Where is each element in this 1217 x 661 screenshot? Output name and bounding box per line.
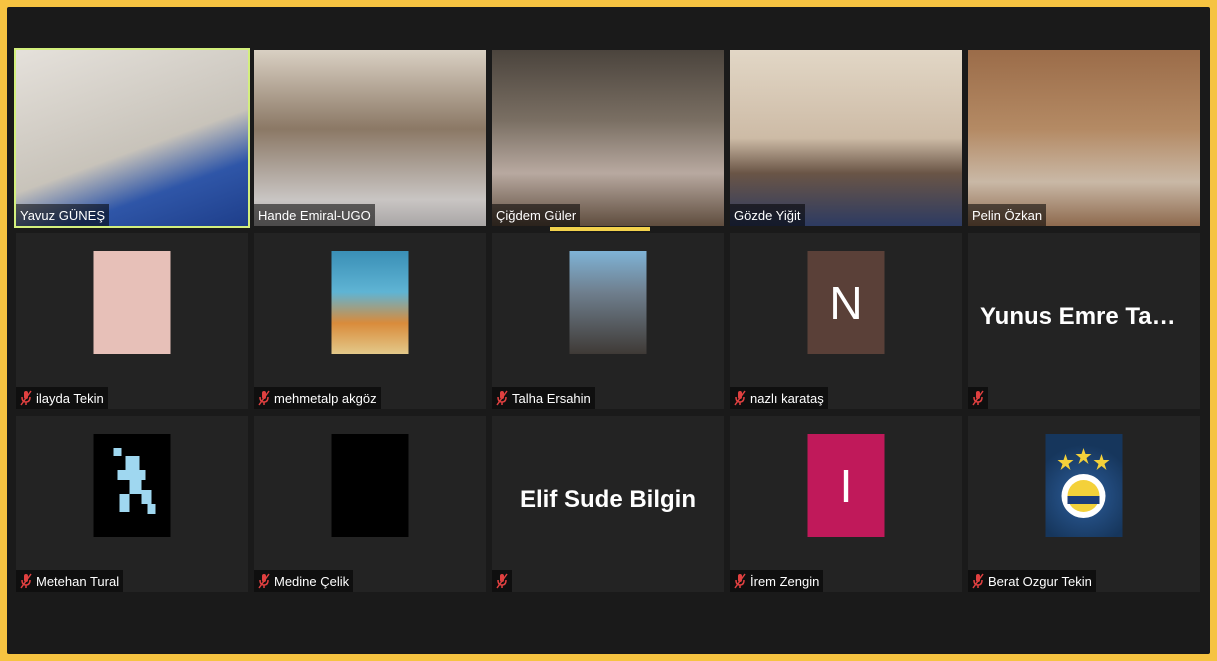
letter-avatar: N [807,251,885,354]
name-label: Berat Ozgur Tekin [968,570,1096,592]
muted-mic-icon [258,573,270,589]
participant-tile-talha[interactable]: Talha Ersahin [492,233,724,409]
photo-avatar [569,251,647,354]
name-label: Talha Ersahin [492,387,595,409]
video-tile-cigdem[interactable]: Çiğdem Güler [492,50,724,226]
anime-avatar [93,251,171,354]
participant-tile-nazli[interactable]: N nazlı karataş [730,233,962,409]
video-feed [730,50,962,226]
video-tile-hande[interactable]: Hande Emiral-UGO [254,50,486,226]
participant-tile-metehan[interactable]: Metehan Tural [16,416,248,592]
name-label: İrem Zengin [730,570,824,592]
display-name: Elif Sude Bilgin [519,486,696,513]
video-feed [254,50,486,226]
muted-mic-icon [734,573,746,589]
participant-tile-berat[interactable]: Berat Ozgur Tekin [968,416,1200,592]
name-label: Metehan Tural [16,570,124,592]
name-label: Gözde Yiğit [730,204,805,226]
participant-tile-elif[interactable]: Elif Sude Bilgin [492,416,724,592]
participant-tile-medine[interactable]: Medine Çelik [254,416,486,592]
display-name: Yunus Emre Taşa... [980,303,1199,330]
name-label: ilayda Tekin [16,387,108,409]
gallery-grid: Yavuz GÜNEŞ Hande Emiral-UGO Çiğdem Güle… [14,48,1202,592]
name-label: Hande Emiral-UGO [254,204,375,226]
pixel-runner-icon [113,448,156,514]
speaking-indicator [550,227,650,231]
muted-mic-icon [496,390,508,406]
video-feed [16,50,248,226]
name-label: nazlı karataş [730,387,828,409]
muted-mic-icon [20,573,32,589]
name-label: Yavuz GÜNEŞ [16,204,110,226]
video-feed [492,50,724,226]
name-label: mehmetalp akgöz [254,387,381,409]
video-feed [968,50,1200,226]
name-label: Pelin Özkan [968,204,1047,226]
name-label [492,570,512,592]
name-label: Çiğdem Güler [492,204,581,226]
video-tile-yavuz[interactable]: Yavuz GÜNEŞ [14,48,250,228]
muted-mic-icon [496,573,508,589]
participant-tile-irem[interactable]: I İrem Zengin [730,416,962,592]
participant-tile-ilayda[interactable]: ilayda Tekin [16,233,248,409]
muted-mic-icon [20,390,32,406]
video-tile-gozde[interactable]: Gözde Yiğit [730,50,962,226]
black-avatar [331,434,409,537]
name-label: Medine Çelik [254,570,354,592]
participant-tile-yunus[interactable]: Yunus Emre Taşa... [968,233,1200,409]
muted-mic-icon [972,573,984,589]
pixel-avatar [93,434,171,537]
video-tile-pelin[interactable]: Pelin Özkan [968,50,1200,226]
letter-avatar: I [807,434,885,537]
muted-mic-icon [734,390,746,406]
club-logo-avatar [1045,434,1123,537]
club-logo-icon [1057,448,1110,518]
muted-mic-icon [258,390,270,406]
muted-mic-icon [972,390,984,406]
album-cover-avatar [331,251,409,354]
name-label [968,387,988,409]
participant-tile-mehmetalp[interactable]: mehmetalp akgöz [254,233,486,409]
